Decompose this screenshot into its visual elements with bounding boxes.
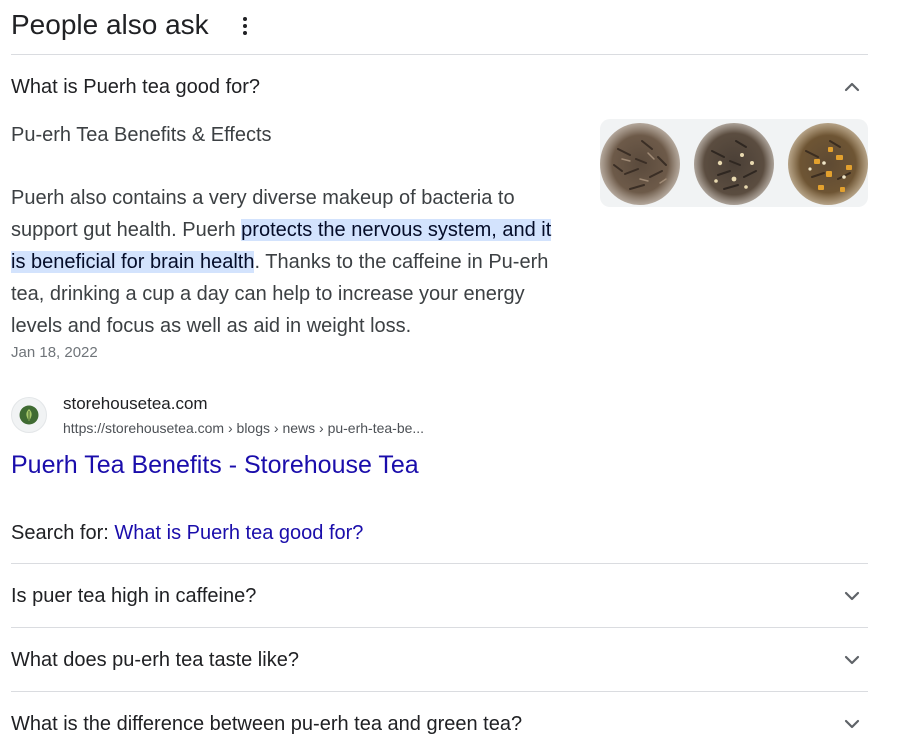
divider (11, 563, 868, 564)
more-vert-icon[interactable] (233, 12, 257, 40)
search-for-label: Search for: (11, 522, 115, 544)
search-for: Search for: What is Puerh tea good for? (11, 520, 363, 546)
question-row[interactable]: Is puer tea high in caffeine? (11, 565, 868, 627)
question-text: What is Puerh tea good for? (11, 76, 261, 98)
question-row-expanded[interactable]: What is Puerh tea good for? (11, 56, 868, 118)
question-row[interactable]: What does pu-erh tea taste like? (11, 629, 868, 691)
divider (11, 54, 868, 55)
search-for-query-link[interactable]: What is Puerh tea good for? (114, 522, 363, 544)
question-text: What does pu-erh tea taste like? (11, 649, 299, 671)
divider (11, 627, 868, 628)
question-text: Is puer tea high in caffeine? (11, 585, 257, 607)
people-also-ask: People also ask What is Puerh tea good f… (0, 0, 900, 751)
source-url[interactable]: https://storehousetea.com › blogs › news… (63, 418, 424, 438)
question-row[interactable]: What is the difference between pu-erh te… (11, 693, 868, 751)
answer-heading: Pu-erh Tea Benefits & Effects (11, 124, 272, 146)
answer-snippet: Puerh also contains a very diverse makeu… (11, 182, 571, 342)
chevron-down-icon[interactable] (840, 648, 864, 672)
chevron-down-icon[interactable] (840, 712, 864, 736)
question-text: What is the difference between pu-erh te… (11, 713, 523, 735)
source-site-name[interactable]: storehousetea.com (63, 393, 208, 415)
snippet-date: Jan 18, 2022 (11, 344, 98, 361)
result-title-link[interactable]: Puerh Tea Benefits - Storehouse Tea (11, 449, 419, 481)
tea-leaves-image[interactable] (600, 119, 868, 207)
storehouse-tea-favicon-icon[interactable] (11, 397, 47, 433)
chevron-up-icon[interactable] (840, 75, 864, 99)
chevron-down-icon[interactable] (840, 584, 864, 608)
divider (11, 691, 868, 692)
section-title: People also ask (11, 9, 209, 40)
